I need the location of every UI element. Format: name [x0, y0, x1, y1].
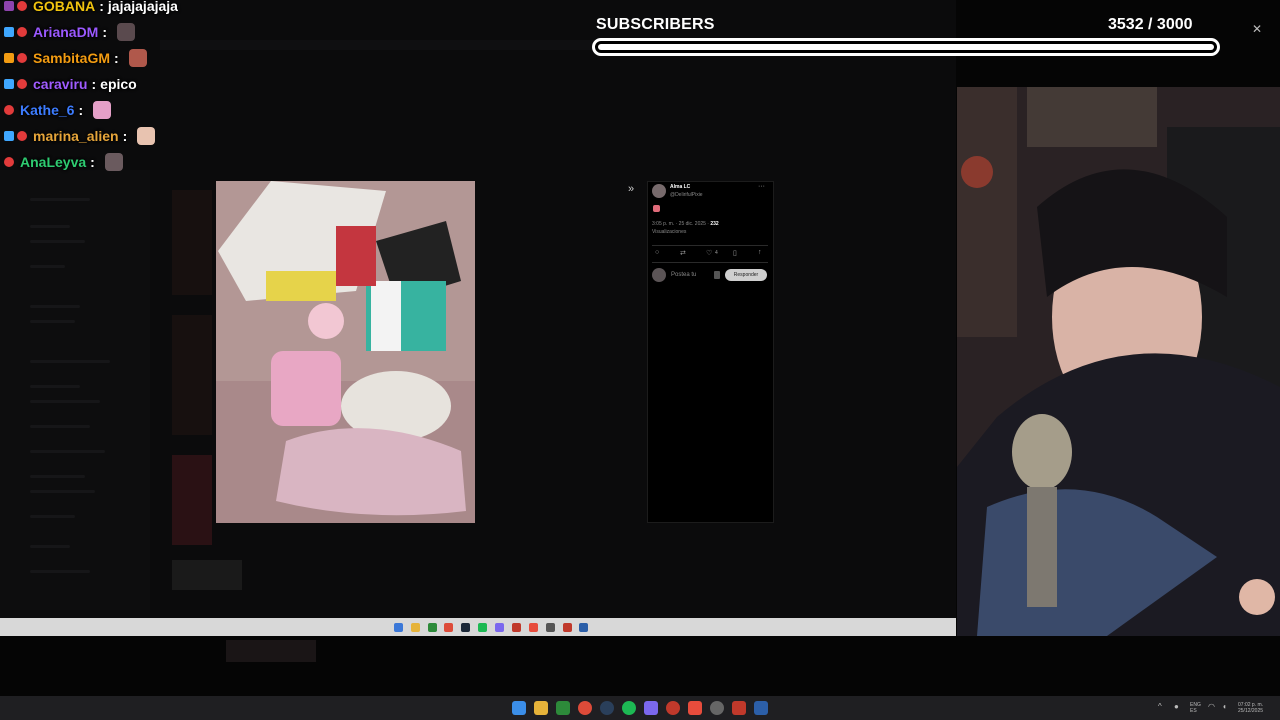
share-icon[interactable]: ↑	[758, 249, 762, 256]
chat-username: SambitaGM	[33, 50, 111, 66]
subscribers-current: 3532	[1108, 16, 1144, 33]
language-indicator[interactable]: ENG ES	[1190, 702, 1201, 714]
app-icon	[529, 623, 538, 632]
mic-icon[interactable]: ●	[1174, 702, 1179, 711]
bookmark-icon[interactable]: ▯	[733, 249, 737, 257]
chat-username: marina_alien	[33, 128, 119, 144]
background-thumbnail	[172, 560, 242, 590]
chat-username: AnaLeyva	[20, 154, 87, 170]
avatar[interactable]	[652, 184, 666, 198]
webcam-feed	[957, 87, 1280, 636]
chat-message: GOBANA : jajajajajaja	[4, 0, 178, 18]
chat-text: jajajajajaja	[107, 0, 178, 14]
reply-input[interactable]: Postea tu	[671, 272, 696, 278]
tweet-author[interactable]: Alma LC	[670, 184, 690, 190]
subscribers-label: SUBSCRIBERS	[596, 16, 715, 33]
chrome-icon[interactable]	[578, 701, 592, 715]
image-icon[interactable]	[714, 271, 720, 279]
emote-icon	[104, 153, 123, 171]
start-icon	[394, 623, 403, 632]
captured-taskbar	[0, 618, 956, 636]
tweet-timestamp: 3:05 p. m. · 25 dic. 2025 ·	[652, 221, 711, 227]
tweet-views-label: Visualizaciones	[652, 229, 687, 235]
divider	[652, 245, 768, 246]
app-icon	[546, 623, 555, 632]
app-icon	[512, 623, 521, 632]
subscribers-goal: / 3000	[1143, 16, 1193, 33]
subscribers-progress-bar	[592, 38, 1220, 56]
chat-username: Kathe_6	[20, 102, 75, 118]
emote-icon	[117, 23, 136, 41]
like-count: 4	[715, 250, 718, 256]
spotify-icon	[478, 623, 487, 632]
chat-message: caraviru : epico	[4, 72, 137, 96]
chat-message: ArianaDM :	[4, 20, 136, 44]
chat-message: AnaLeyva :	[4, 150, 123, 174]
chat-username: ArianaDM	[33, 24, 99, 40]
tweet-views-count: 232	[710, 221, 719, 227]
app-icon[interactable]	[666, 701, 680, 715]
discord-icon[interactable]	[644, 701, 658, 715]
folder-icon[interactable]	[534, 701, 548, 715]
steam-icon[interactable]	[600, 701, 614, 715]
app-icon	[563, 623, 572, 632]
spotify-icon[interactable]	[622, 701, 636, 715]
chat-username: GOBANA	[33, 0, 96, 14]
folder-icon	[411, 623, 420, 632]
double-chevron-right-icon[interactable]: »	[628, 183, 634, 195]
reply-button[interactable]: Responder	[725, 269, 767, 281]
app-icon[interactable]	[688, 701, 702, 715]
speech-bubble-icon[interactable]: ○	[655, 249, 659, 256]
repost-icon[interactable]: ⇄	[680, 249, 686, 257]
start-icon[interactable]	[512, 701, 526, 715]
emoji-icon	[653, 205, 660, 212]
background-thumbnail	[172, 190, 212, 295]
background-sidebar	[0, 170, 150, 610]
chat-text: epico	[100, 76, 137, 92]
heart-icon[interactable]: ♡	[706, 249, 712, 257]
emote-icon	[128, 49, 147, 67]
chrome-icon	[444, 623, 453, 632]
app-icon[interactable]	[754, 701, 768, 715]
steam-icon	[461, 623, 470, 632]
background-thumbnail	[172, 315, 212, 435]
more-icon[interactable]: ···	[758, 183, 765, 190]
clock[interactable]: 07:02 p. m. 25/12/2025	[1238, 702, 1263, 714]
subscribers-count: 3532 / 3000	[1108, 16, 1193, 34]
terminal-icon	[428, 623, 437, 632]
wifi-icon[interactable]: ◠	[1208, 702, 1215, 711]
chevron-up-icon[interactable]: ^	[1158, 702, 1162, 711]
emote-icon	[93, 101, 112, 119]
subscribers-progress-fill	[598, 44, 1214, 50]
close-icon[interactable]: ✕	[1252, 22, 1262, 36]
emote-icon	[137, 127, 156, 145]
clock-date: 25/12/2025	[1238, 708, 1264, 714]
app-icon[interactable]	[732, 701, 746, 715]
chat-message: Kathe_6 :	[4, 98, 112, 122]
app-icon[interactable]	[710, 701, 724, 715]
chat-message: marina_alien :	[4, 124, 156, 148]
background-thumbnail	[172, 455, 212, 545]
background-thumbnail	[226, 640, 316, 662]
chat-message: SambitaGM :	[4, 46, 147, 70]
chat-username: caraviru	[33, 76, 88, 92]
windows-taskbar: ^ ● ENG ES ◠ ◖ 07:02 p. m. 25/12/2025	[0, 696, 1280, 720]
volume-icon[interactable]: ◖	[1222, 702, 1227, 711]
avatar	[652, 268, 666, 282]
terminal-icon[interactable]	[556, 701, 570, 715]
divider	[652, 262, 768, 263]
tweet-handle[interactable]: @DelirifulPixie	[670, 192, 703, 198]
layout-label: ES	[1190, 708, 1197, 714]
discord-icon	[495, 623, 504, 632]
app-icon	[579, 623, 588, 632]
tweet-photo[interactable]	[216, 181, 475, 523]
